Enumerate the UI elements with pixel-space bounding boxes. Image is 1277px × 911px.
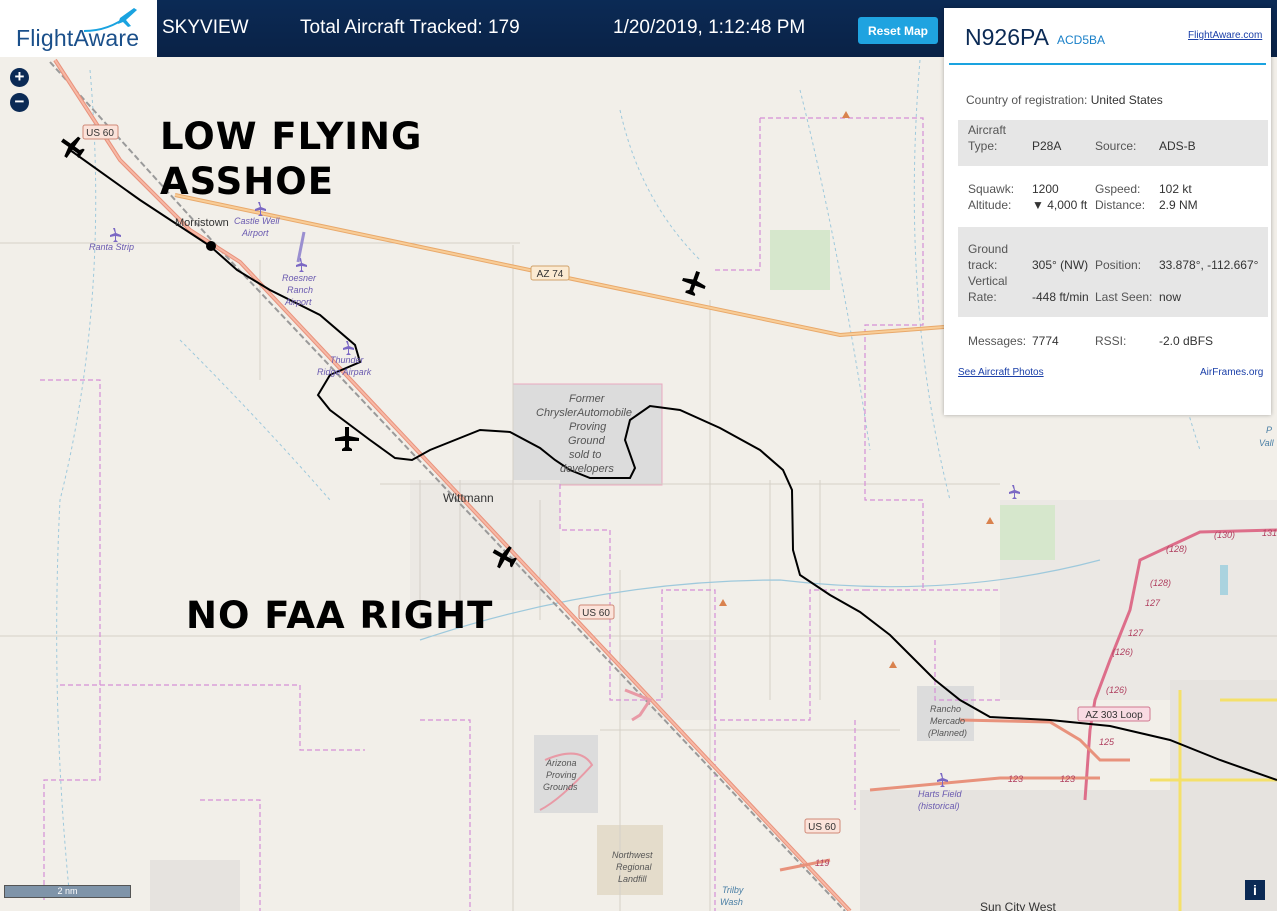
svg-text:Proving: Proving <box>569 421 607 433</box>
svg-text:127: 127 <box>1145 598 1161 608</box>
svg-text:Northwest: Northwest <box>612 850 653 860</box>
svg-text:Regional: Regional <box>616 862 653 872</box>
rssi-value: -2.0 dBFS <box>1159 334 1214 348</box>
aircraft-registration: N926PA <box>965 24 1049 50</box>
messages-value: 7774 <box>1032 334 1059 348</box>
svg-text:Ridge Airpark: Ridge Airpark <box>317 367 372 377</box>
svg-text:ChryslerAutomobile: ChryslerAutomobile <box>536 407 632 419</box>
landfill-area <box>597 825 663 895</box>
panel-divider <box>949 63 1266 65</box>
us60-shield-label: US 60 <box>582 608 610 619</box>
svg-text:Ground: Ground <box>568 435 606 447</box>
flightaware-link[interactable]: FlightAware.com <box>1188 30 1262 41</box>
aircraft-tracked-count: Total Aircraft Tracked: 179 <box>300 17 520 38</box>
svg-text:Harts Field: Harts Field <box>918 789 963 799</box>
plane-logo-icon <box>83 8 137 32</box>
vertical-rate-value: -448 ft/min <box>1032 290 1089 304</box>
overlay-text-line1: LOW FLYING <box>160 115 423 158</box>
us60-shield-label: US 60 <box>86 128 114 139</box>
zoom-out-button[interactable]: − <box>10 93 29 112</box>
last-seen-value: now <box>1159 290 1182 304</box>
az303-shield-label: AZ 303 Loop <box>1085 710 1143 721</box>
svg-text:(Planned): (Planned) <box>928 728 967 738</box>
source-value: ADS-B <box>1159 139 1196 153</box>
flightaware-logo[interactable]: FlightAware <box>0 0 157 57</box>
svg-text:Mercado: Mercado <box>930 716 965 726</box>
svg-text:developers: developers <box>560 463 614 475</box>
see-aircraft-photos-link[interactable]: See Aircraft Photos <box>958 367 1044 378</box>
distance-value: 2.9 NM <box>1159 198 1198 212</box>
overlay-text-line2: ASSHOE <box>160 160 334 203</box>
svg-text:127: 127 <box>1128 628 1144 638</box>
reset-map-button[interactable]: Reset Map <box>858 17 938 44</box>
app-title: SKYVIEW <box>162 17 249 38</box>
svg-text:Grounds: Grounds <box>543 782 578 792</box>
svg-text:sold to: sold to <box>569 449 601 461</box>
position-value: 33.878°, -112.667° <box>1159 258 1259 272</box>
info-button[interactable]: i <box>1245 880 1265 900</box>
svg-text:Arizona: Arizona <box>545 758 577 768</box>
svg-text:(130): (130) <box>1214 530 1235 540</box>
airframes-link[interactable]: AirFrames.org <box>1200 367 1263 378</box>
svg-text:Airport: Airport <box>284 297 312 307</box>
svg-text:Landfill: Landfill <box>618 874 648 884</box>
svg-text:131: 131 <box>1262 528 1277 538</box>
svg-text:Roesner: Roesner <box>282 273 317 283</box>
svg-text:P: P <box>1266 425 1272 435</box>
aircraft-hex-code: ACD5BA <box>1057 33 1106 47</box>
svg-text:Wittmann: Wittmann <box>443 491 494 505</box>
track-point-marker <box>206 241 216 251</box>
svg-text:Trilby: Trilby <box>722 885 744 895</box>
svg-text:Sun City West: Sun City West <box>980 900 1056 911</box>
zoom-in-button[interactable]: + <box>10 68 29 87</box>
svg-text:Wash: Wash <box>720 897 743 907</box>
squawk-value: 1200 <box>1032 182 1059 196</box>
svg-text:119: 119 <box>815 858 829 868</box>
scale-bar: 2 nm <box>4 885 131 898</box>
aircraft-type-value: P28A <box>1032 139 1062 153</box>
gspeed-value: 102 kt <box>1159 182 1192 196</box>
svg-text:(historical): (historical) <box>918 801 960 811</box>
svg-text:(128): (128) <box>1166 544 1187 554</box>
svg-text:Ranta Strip: Ranta Strip <box>89 242 134 252</box>
country-row: Country of registration: United States <box>966 93 1163 107</box>
svg-text:125: 125 <box>1099 737 1115 747</box>
svg-text:(128): (128) <box>1150 578 1171 588</box>
svg-text:Former: Former <box>569 393 606 405</box>
svg-text:(126): (126) <box>1112 647 1133 657</box>
overlay-text-line3: NO FAA RIGHT <box>186 594 494 637</box>
svg-text:Thunder: Thunder <box>330 355 365 365</box>
svg-text:Proving: Proving <box>546 770 577 780</box>
ground-track-value: 305° (NW) <box>1032 258 1089 272</box>
svg-text:123: 123 <box>1008 774 1023 784</box>
svg-text:Vall: Vall <box>1259 438 1275 448</box>
altitude-value: ▼ 4,000 ft <box>1032 198 1088 212</box>
svg-text:Rancho: Rancho <box>930 704 961 714</box>
svg-text:(126): (126) <box>1106 685 1127 695</box>
us60-shield-label: US 60 <box>808 822 836 833</box>
az74-shield-label: AZ 74 <box>537 269 564 280</box>
svg-text:Airport: Airport <box>241 228 269 238</box>
svg-text:Morristown: Morristown <box>175 217 229 229</box>
svg-text:Castle Well: Castle Well <box>234 216 280 226</box>
svg-text:Ranch: Ranch <box>287 285 313 295</box>
datetime: 1/20/2019, 1:12:48 PM <box>613 17 806 38</box>
svg-text:123: 123 <box>1060 774 1075 784</box>
aircraft-info-panel: N926PA ACD5BA FlightAware.com Country of… <box>944 8 1271 415</box>
